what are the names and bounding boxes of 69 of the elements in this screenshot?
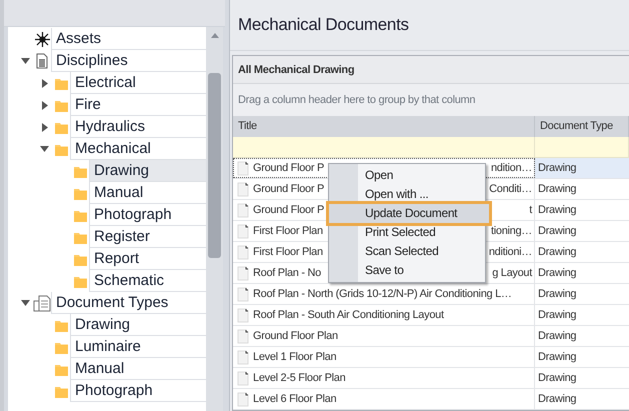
documents-icon [33,294,51,312]
group-hint: Drag a column header here to group by that column [233,84,629,116]
document-title: Level 1 Floor Plan [253,351,336,363]
document-title: Level 6 Floor Plan [253,393,336,405]
file-icon [237,266,249,280]
document-title: Ground Floor P [253,204,324,216]
document-title: First Floor Plan [253,246,323,258]
file-icon [237,182,249,196]
collapse-icon[interactable] [40,146,49,152]
table-cell-text: Drawing [537,329,578,344]
table-cell-text: Drawing [537,392,578,407]
document-title: Conditi… [489,183,533,195]
file-icon [237,350,249,364]
document-title: g Layout [492,267,534,279]
document-icon [36,53,48,69]
table-cell-text: Drawing [537,371,578,386]
grid-title: All Mechanical Drawing [233,56,629,84]
menu-item[interactable]: Open [329,166,485,185]
table-cell-text: Drawing [537,287,578,302]
collapse-icon[interactable] [21,300,30,306]
file-icon [237,328,249,344]
expand-icon[interactable] [42,122,48,132]
table-cell-text: Drawing [537,266,578,281]
table-cell: Drawing [535,158,629,178]
file-icon [237,308,249,322]
table-cell-text: Drawing [537,224,578,239]
document-title: First Floor Plan [253,225,323,237]
scrollbar[interactable] [206,27,223,411]
document-title: Roof Plan - North (Grids 10-12/N-P) Air Conditioning L… [253,288,512,300]
document-title: Ground Floor Plan [253,330,338,342]
file-icon [237,370,249,386]
document-title: tioning… [490,225,533,237]
file-icon [237,392,249,406]
document-title: ndition… [490,162,533,174]
table-cell[interactable]: Roof Plan - North (Grids 10-12/N-P) Air Conditioning L… [233,284,535,304]
document-title: Roof Plan - South Air Conditioning Layout [253,309,444,321]
expand-icon[interactable] [42,100,48,110]
snowflake-icon [34,30,50,48]
document-title: Ground Floor P [253,162,324,174]
file-icon [237,202,249,218]
file-icon [237,244,249,260]
table-cell-text: Drawing [537,203,578,218]
table-cell[interactable]: Roof Plan - South Air Conditioning Layout [233,305,535,325]
file-icon [237,224,249,238]
table-cell-text: Drawing [537,350,578,365]
table-cell[interactable]: Level 1 Floor Plan [233,347,535,367]
scroll-thumb[interactable] [208,73,221,258]
tree-item[interactable]: Drawing [89,160,206,182]
table-cell-text: Drawing [537,245,578,260]
document-title: t [529,204,534,216]
file-icon [237,286,249,302]
table-cell[interactable]: Ground Floor Plan [233,326,535,346]
document-title: Ground Floor P [253,183,324,195]
page-title: Mechanical Documents [230,0,629,51]
menu-item[interactable]: Update Document [329,204,489,223]
menu-item[interactable]: Open with ... [329,185,485,204]
menu-item[interactable]: Save to [329,261,485,280]
table-cell[interactable]: Level 2-5 Floor Plan [233,368,535,388]
menu-item[interactable]: Scan Selected [329,242,485,261]
table-cell-text: Drawing [537,182,578,197]
document-title: Roof Plan - No [253,267,321,279]
expand-icon[interactable] [42,78,48,88]
menu-item[interactable]: Print Selected [329,223,485,242]
collapse-icon[interactable] [21,58,30,64]
document-title: Level 2-5 Floor Plan [253,372,346,384]
file-icon [237,160,249,176]
document-title: nditioni… [488,246,533,258]
table-cell[interactable]: Level 6 Floor Plan [233,389,535,409]
table-cell-text: Drawing [537,308,578,323]
